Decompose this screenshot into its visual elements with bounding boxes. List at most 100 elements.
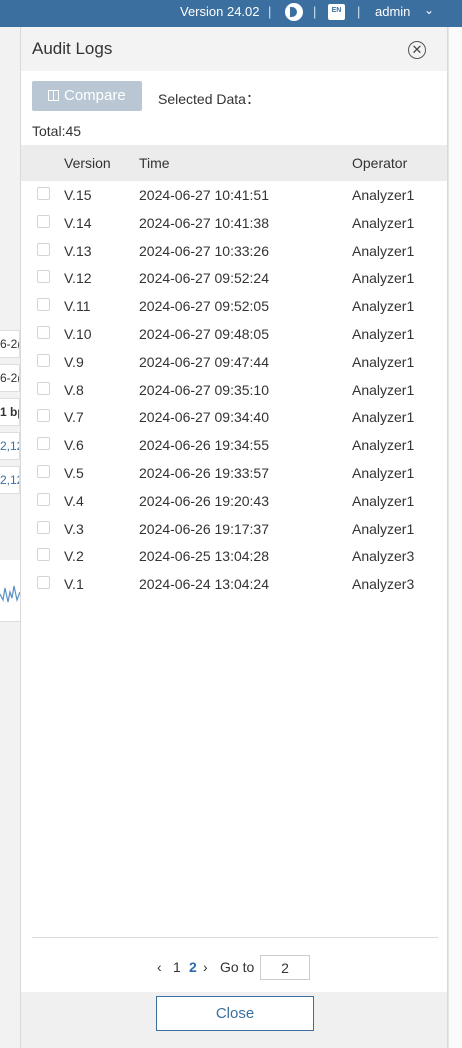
background-right-strip (448, 27, 462, 1048)
background-waveform (0, 560, 20, 622)
goto-page-input[interactable] (260, 955, 310, 980)
row-operator: Analyzer1 (352, 187, 415, 203)
row-checkbox[interactable] (37, 187, 50, 200)
close-button[interactable]: Close (156, 996, 314, 1031)
row-version: V.7 (64, 409, 84, 426)
table-row[interactable]: V.3 2024-06-26 19:17:37 Analyzer1 (21, 515, 447, 543)
audit-log-table: Version Time Operator V.15 2024-06-27 10:… (21, 145, 447, 598)
row-operator: Analyzer1 (352, 409, 415, 426)
row-checkbox[interactable] (37, 270, 50, 284)
page-1[interactable]: 1 (173, 959, 181, 975)
row-checkbox[interactable] (37, 409, 50, 423)
row-checkbox[interactable] (37, 353, 50, 367)
row-operator: Analyzer3 (352, 576, 415, 593)
background-cell: 2,12 (0, 432, 20, 460)
row-version: V.2 (64, 548, 84, 565)
row-operator: Analyzer1 (352, 381, 415, 398)
table-row[interactable]: V.4 2024-06-26 19:20:43 Analyzer1 (21, 487, 447, 515)
table-body: V.15 2024-06-27 10:41:51 Analyzer1 V.14 2024… (21, 181, 447, 598)
drawer-footer: Close (21, 992, 447, 1048)
row-checkbox[interactable] (37, 548, 50, 562)
row-checkbox[interactable] (37, 242, 50, 256)
row-version: V.5 (64, 464, 84, 481)
row-version: V.12 (64, 270, 92, 287)
table-row[interactable]: V.9 2024-06-27 09:47:44 Analyzer1 (21, 348, 447, 376)
row-operator: Analyzer1 (352, 437, 415, 454)
table-row[interactable]: V.12 2024-06-27 09:52:24 Analyzer1 (21, 264, 447, 292)
compare-icon (48, 90, 59, 101)
table-row[interactable]: V.14 2024-06-27 10:41:38 Analyzer1 (21, 209, 447, 237)
row-operator: Analyzer3 (352, 548, 415, 565)
row-time: 2024-06-27 10:33:26 (139, 242, 269, 259)
row-time: 2024-06-27 09:52:24 (139, 270, 269, 287)
background-cell: 2,12 (0, 466, 20, 494)
row-checkbox[interactable] (37, 437, 50, 451)
row-time: 2024-06-27 10:41:38 (139, 214, 269, 231)
row-time: 2024-06-26 19:34:55 (139, 437, 269, 454)
table-row[interactable]: V.5 2024-06-26 19:33:57 Analyzer1 (21, 459, 447, 487)
row-checkbox[interactable] (37, 325, 50, 339)
separator: | (357, 4, 361, 19)
row-operator: Analyzer1 (352, 464, 415, 481)
next-page-icon[interactable]: › (203, 959, 208, 975)
table-header: Version Time Operator (21, 145, 447, 181)
compare-label: Compare (64, 87, 126, 104)
row-time: 2024-06-24 13:04:24 (139, 576, 269, 593)
row-version: V.3 (64, 520, 84, 537)
pagination: ‹ 1 2 › Go to (21, 955, 447, 981)
theme-icon[interactable] (285, 3, 303, 21)
row-time: 2024-06-26 19:33:57 (139, 464, 269, 481)
background-cell: 6-2( (0, 330, 20, 358)
row-time: 2024-06-27 09:35:10 (139, 381, 269, 398)
page-2-current[interactable]: 2 (189, 959, 197, 975)
row-checkbox[interactable] (37, 298, 50, 312)
row-version: V.10 (64, 325, 92, 342)
table-row[interactable]: V.11 2024-06-27 09:52:05 Analyzer1 (21, 292, 447, 320)
row-operator: Analyzer1 (352, 520, 415, 537)
table-row[interactable]: V.15 2024-06-27 10:41:51 Analyzer1 (21, 181, 447, 209)
table-row[interactable]: V.2 2024-06-25 13:04:28 Analyzer3 (21, 542, 447, 570)
language-icon[interactable]: EN (328, 4, 345, 20)
row-checkbox[interactable] (37, 520, 50, 534)
goto-label: Go to (220, 959, 255, 975)
row-time: 2024-06-27 09:47:44 (139, 353, 269, 370)
row-time: 2024-06-25 13:04:28 (139, 548, 269, 565)
row-checkbox[interactable] (37, 492, 50, 506)
row-version: V.6 (64, 437, 84, 454)
divider (32, 937, 438, 938)
close-icon[interactable]: ✕ (408, 41, 426, 59)
prev-page-icon[interactable]: ‹ (157, 959, 162, 975)
row-checkbox[interactable] (37, 576, 50, 590)
total-count: Total:45 (32, 123, 82, 139)
selected-data-label: Selected Data： (158, 91, 260, 107)
background-cell: 6-2( (0, 364, 20, 392)
background-cell: 1 bp (0, 398, 20, 426)
row-time: 2024-06-26 19:20:43 (139, 492, 269, 509)
audit-logs-drawer: Audit Logs ✕ Compare Selected Data： Tota… (20, 27, 448, 1048)
compare-button[interactable]: Compare (32, 81, 142, 111)
column-header-time: Time (139, 155, 170, 171)
table-row[interactable]: V.10 2024-06-27 09:48:05 Analyzer1 (21, 320, 447, 348)
separator: | (268, 4, 272, 19)
user-menu[interactable]: admin (375, 4, 410, 19)
row-checkbox[interactable] (37, 464, 50, 478)
table-row[interactable]: V.7 2024-06-27 09:34:40 Analyzer1 (21, 403, 447, 431)
top-bar: Version 24.02 | | EN | admin ⌄ (0, 0, 462, 27)
table-row[interactable]: V.1 2024-06-24 13:04:24 Analyzer3 (21, 570, 447, 598)
row-checkbox[interactable] (37, 214, 50, 228)
row-version: V.15 (64, 187, 92, 203)
row-time: 2024-06-27 09:48:05 (139, 325, 269, 342)
row-operator: Analyzer1 (352, 270, 415, 287)
row-version: V.9 (64, 353, 84, 370)
row-version: V.13 (64, 242, 92, 259)
row-operator: Analyzer1 (352, 298, 415, 315)
table-row[interactable]: V.13 2024-06-27 10:33:26 Analyzer1 (21, 237, 447, 265)
chevron-down-icon[interactable]: ⌄ (424, 3, 434, 17)
row-checkbox[interactable] (37, 381, 50, 395)
row-version: V.8 (64, 381, 84, 398)
row-time: 2024-06-26 19:17:37 (139, 520, 269, 537)
separator: | (313, 4, 317, 19)
table-row[interactable]: V.6 2024-06-26 19:34:55 Analyzer1 (21, 431, 447, 459)
column-header-operator: Operator (352, 155, 408, 171)
table-row[interactable]: V.8 2024-06-27 09:35:10 Analyzer1 (21, 376, 447, 404)
